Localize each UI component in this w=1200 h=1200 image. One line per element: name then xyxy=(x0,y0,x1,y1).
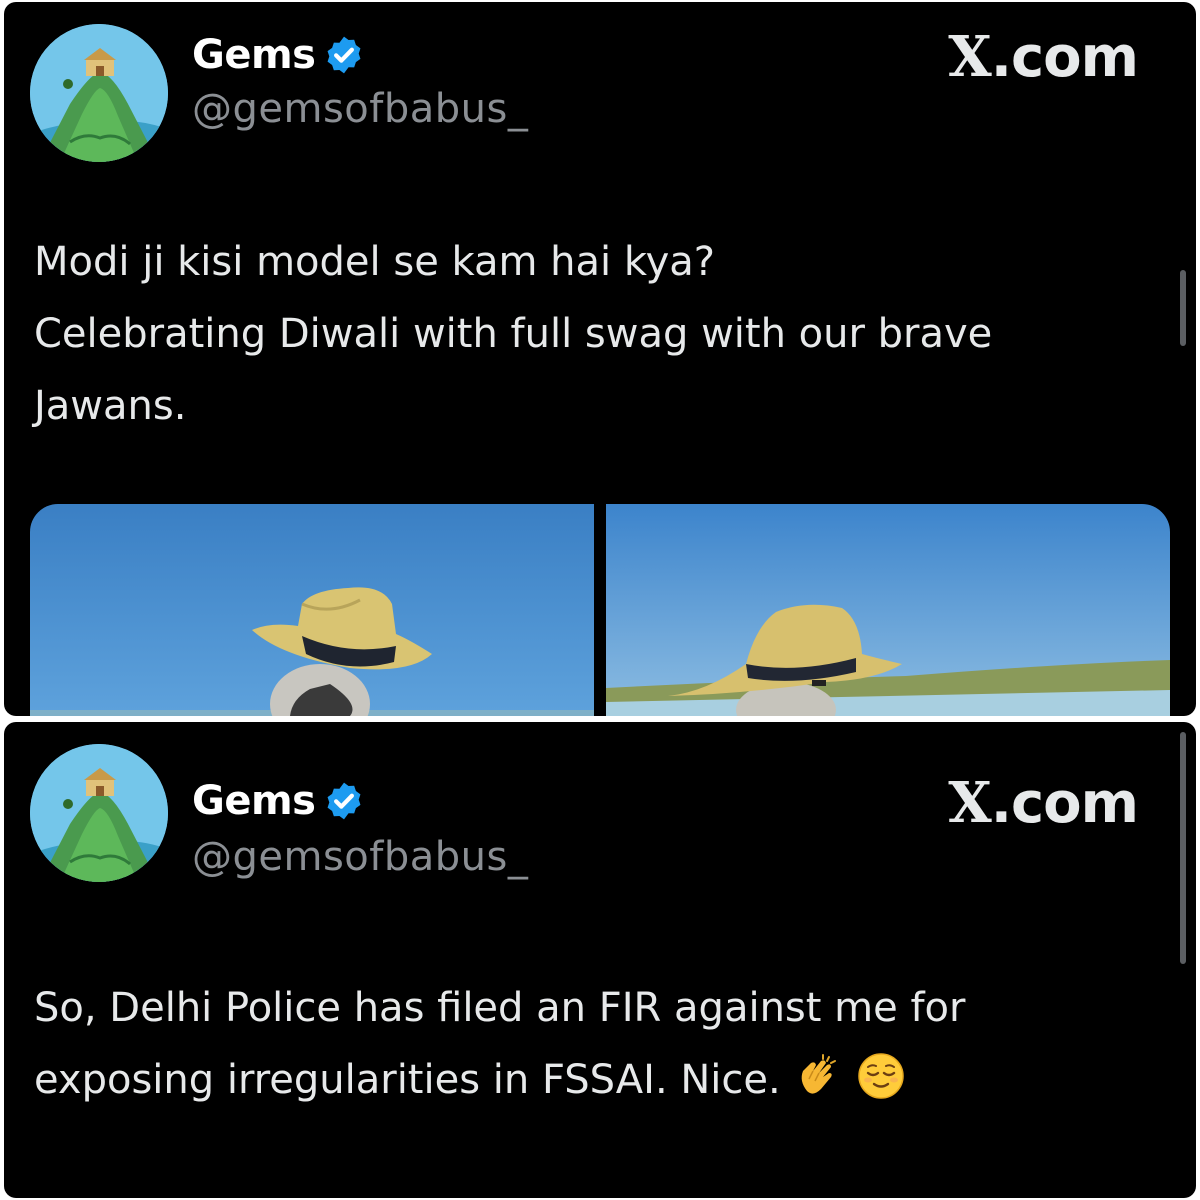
brand-domain: .com xyxy=(990,771,1139,836)
avatar[interactable] xyxy=(30,24,168,162)
tweet-line: Celebrating Diwali with full swag with o… xyxy=(34,311,993,357)
tweet-text: Modi ji kisi model se kam hai kya? Celeb… xyxy=(34,226,1154,442)
author-name[interactable]: Gems xyxy=(192,32,316,78)
x-com-watermark: X.com xyxy=(948,24,1139,90)
tweet-line: exposing irregularities in FSSAI. Nice. xyxy=(34,1057,781,1103)
relieved-face-icon xyxy=(856,1051,906,1101)
author-name[interactable]: Gems xyxy=(192,778,316,824)
scrollbar[interactable] xyxy=(1180,270,1186,346)
author-name-row[interactable]: Gems xyxy=(192,778,365,824)
author-handle[interactable]: @gemsofbabus_ xyxy=(192,86,528,132)
hat-coast-photo xyxy=(606,504,1170,716)
tweet-text: So, Delhi Police has filed an FIR agains… xyxy=(34,972,1154,1116)
clapping-hands-icon xyxy=(793,1051,843,1101)
author-name-row[interactable]: Gems xyxy=(192,32,365,78)
avatar-hill-temple-image xyxy=(30,744,168,882)
brand-domain: .com xyxy=(990,25,1139,90)
brand-text: X.com xyxy=(948,770,1139,836)
media-photo-1[interactable] xyxy=(30,504,594,716)
x-logo-icon: X xyxy=(948,770,991,836)
tweet-card-2[interactable]: Gems @gemsofbabus_ X.com So, Delhi Polic… xyxy=(4,722,1196,1198)
avatar[interactable] xyxy=(30,744,168,882)
hat-sky-photo xyxy=(30,504,594,716)
x-com-watermark: X.com xyxy=(948,770,1139,836)
tweet-line: Jawans. xyxy=(34,383,187,429)
tweet-line: Modi ji kisi model se kam hai kya? xyxy=(34,239,716,285)
tweet-line-with-emoji: exposing irregularities in FSSAI. Nice. xyxy=(34,1044,1154,1116)
author-handle[interactable]: @gemsofbabus_ xyxy=(192,834,528,880)
avatar-hill-temple-image xyxy=(30,24,168,162)
brand-text: X.com xyxy=(948,24,1139,90)
x-logo-icon: X xyxy=(948,24,991,90)
tweet-line: So, Delhi Police has filed an FIR agains… xyxy=(34,985,966,1031)
verified-badge-icon xyxy=(323,780,365,822)
tweet-card-1[interactable]: Gems @gemsofbabus_ X.com Modi ji kisi mo… xyxy=(4,2,1196,716)
media-photo-2[interactable] xyxy=(606,504,1170,716)
verified-badge-icon xyxy=(323,34,365,76)
scrollbar[interactable] xyxy=(1180,732,1186,964)
